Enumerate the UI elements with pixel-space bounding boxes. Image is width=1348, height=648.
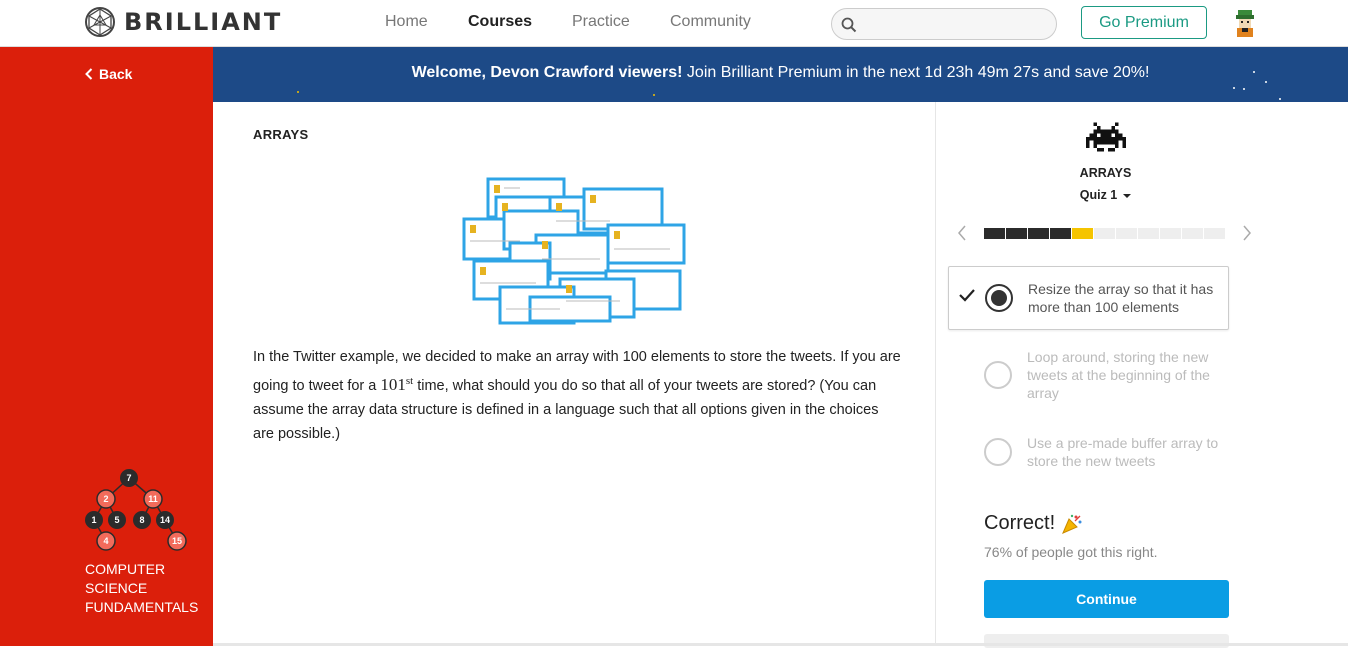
progress-segment — [1160, 228, 1181, 239]
tree-node: 14 — [160, 515, 170, 525]
space-invader-icon — [1086, 122, 1126, 152]
radio-button[interactable] — [984, 438, 1012, 466]
binary-tree-icon: 7 2 11 1 5 8 14 4 15 — [85, 469, 187, 551]
answer-option-text: Loop around, storing the new tweets at t… — [1027, 349, 1210, 401]
result-title-text: Correct! — [984, 512, 1056, 534]
banner-offer: Join Brilliant Premium in the next 1d 23… — [682, 64, 1150, 81]
chevron-right-icon — [1243, 225, 1251, 241]
problem-heading: ARRAYS — [253, 127, 309, 142]
answer-option-text: Resize the array so that it has more tha… — [1028, 281, 1214, 315]
tree-node: 1 — [91, 515, 96, 525]
math-number: 101 — [380, 374, 406, 394]
tree-node: 11 — [148, 494, 158, 504]
decor-star — [1253, 71, 1255, 73]
progress-segment — [1028, 228, 1049, 239]
tree-node: 2 — [103, 494, 108, 504]
answer-option-text: Use a pre-made buffer array to store the… — [1027, 435, 1219, 469]
progress-segment — [1094, 228, 1115, 239]
quiz-label: Quiz 1 — [1079, 188, 1118, 202]
progress-segment — [1072, 228, 1093, 239]
continue-button[interactable]: Continue — [984, 580, 1229, 618]
answer-option-1[interactable]: Resize the array so that it has more tha… — [948, 266, 1229, 330]
decor-star — [1233, 87, 1235, 89]
answer-option-3[interactable]: Use a pre-made buffer array to store the… — [948, 428, 1229, 476]
banner-welcome: Welcome, Devon Crawford viewers! — [411, 64, 683, 81]
result-stat: 76% of people got this right. — [984, 544, 1158, 560]
chevron-left-icon — [958, 225, 966, 241]
search-input[interactable] — [831, 8, 1057, 40]
radio-button[interactable] — [984, 361, 1012, 389]
decor-star — [1243, 88, 1245, 90]
progress-segment — [1182, 228, 1203, 239]
progress-segment — [1116, 228, 1137, 239]
top-navbar: BRILLIANT Home Courses Practice Communit… — [0, 0, 1348, 47]
nav-home[interactable]: Home — [385, 13, 428, 31]
radio-button[interactable] — [985, 284, 1013, 312]
progress-segment — [1138, 228, 1159, 239]
progress-segment — [1204, 228, 1225, 239]
quiz-progress-bar — [984, 228, 1225, 239]
tree-node: 5 — [114, 515, 119, 525]
decor-star — [1279, 98, 1281, 100]
course-sidebar: Back 7 2 11 1 5 8 14 4 15 COMPUTER SCIEN… — [0, 47, 213, 646]
decor-star — [653, 94, 655, 96]
nav-courses[interactable]: Courses — [468, 13, 532, 31]
brand-name: BRILLIANT — [124, 8, 283, 36]
back-label: Back — [99, 66, 133, 82]
next-problem-arrow[interactable] — [1242, 224, 1252, 247]
course-title[interactable]: COMPUTER SCIENCE FUNDAMENTALS — [85, 560, 198, 617]
course-title-line: SCIENCE — [85, 580, 148, 596]
tweets-illustration — [462, 177, 686, 325]
checkmark-icon — [959, 289, 975, 302]
tree-node: 15 — [172, 536, 182, 546]
problem-statement: In the Twitter example, we decided to ma… — [253, 345, 903, 446]
prev-problem-arrow[interactable] — [957, 224, 967, 247]
progress-segment — [984, 228, 1005, 239]
quiz-selector[interactable]: Quiz 1 — [935, 188, 1276, 202]
tree-node: 8 — [139, 515, 144, 525]
decor-star — [297, 91, 299, 93]
course-title-line: COMPUTER — [85, 561, 166, 577]
progress-segment — [1050, 228, 1071, 239]
answer-option-2[interactable]: Loop around, storing the new tweets at t… — [948, 343, 1229, 407]
promo-banner[interactable]: Welcome, Devon Crawford viewers! Join Br… — [213, 47, 1348, 102]
go-premium-button[interactable]: Go Premium — [1081, 6, 1207, 39]
decor-star — [1265, 81, 1267, 83]
caret-down-icon — [1123, 193, 1132, 198]
tree-node: 4 — [103, 536, 108, 546]
back-button[interactable]: Back — [85, 66, 132, 82]
course-title-line: FUNDAMENTALS — [85, 599, 199, 615]
user-avatar-icon[interactable] — [1234, 9, 1256, 39]
progress-segment — [1006, 228, 1027, 239]
tree-node: 7 — [126, 473, 131, 483]
brilliant-logo[interactable]: BRILLIANT — [84, 6, 282, 38]
chevron-left-icon — [85, 68, 93, 80]
logo-icon — [85, 7, 115, 37]
nav-practice[interactable]: Practice — [572, 13, 630, 31]
search-icon — [841, 17, 857, 33]
nav-community[interactable]: Community — [670, 13, 751, 31]
result-title: Correct! — [984, 512, 1083, 535]
quiz-topic: ARRAYS — [1079, 166, 1132, 180]
party-popper-icon — [1062, 514, 1082, 534]
